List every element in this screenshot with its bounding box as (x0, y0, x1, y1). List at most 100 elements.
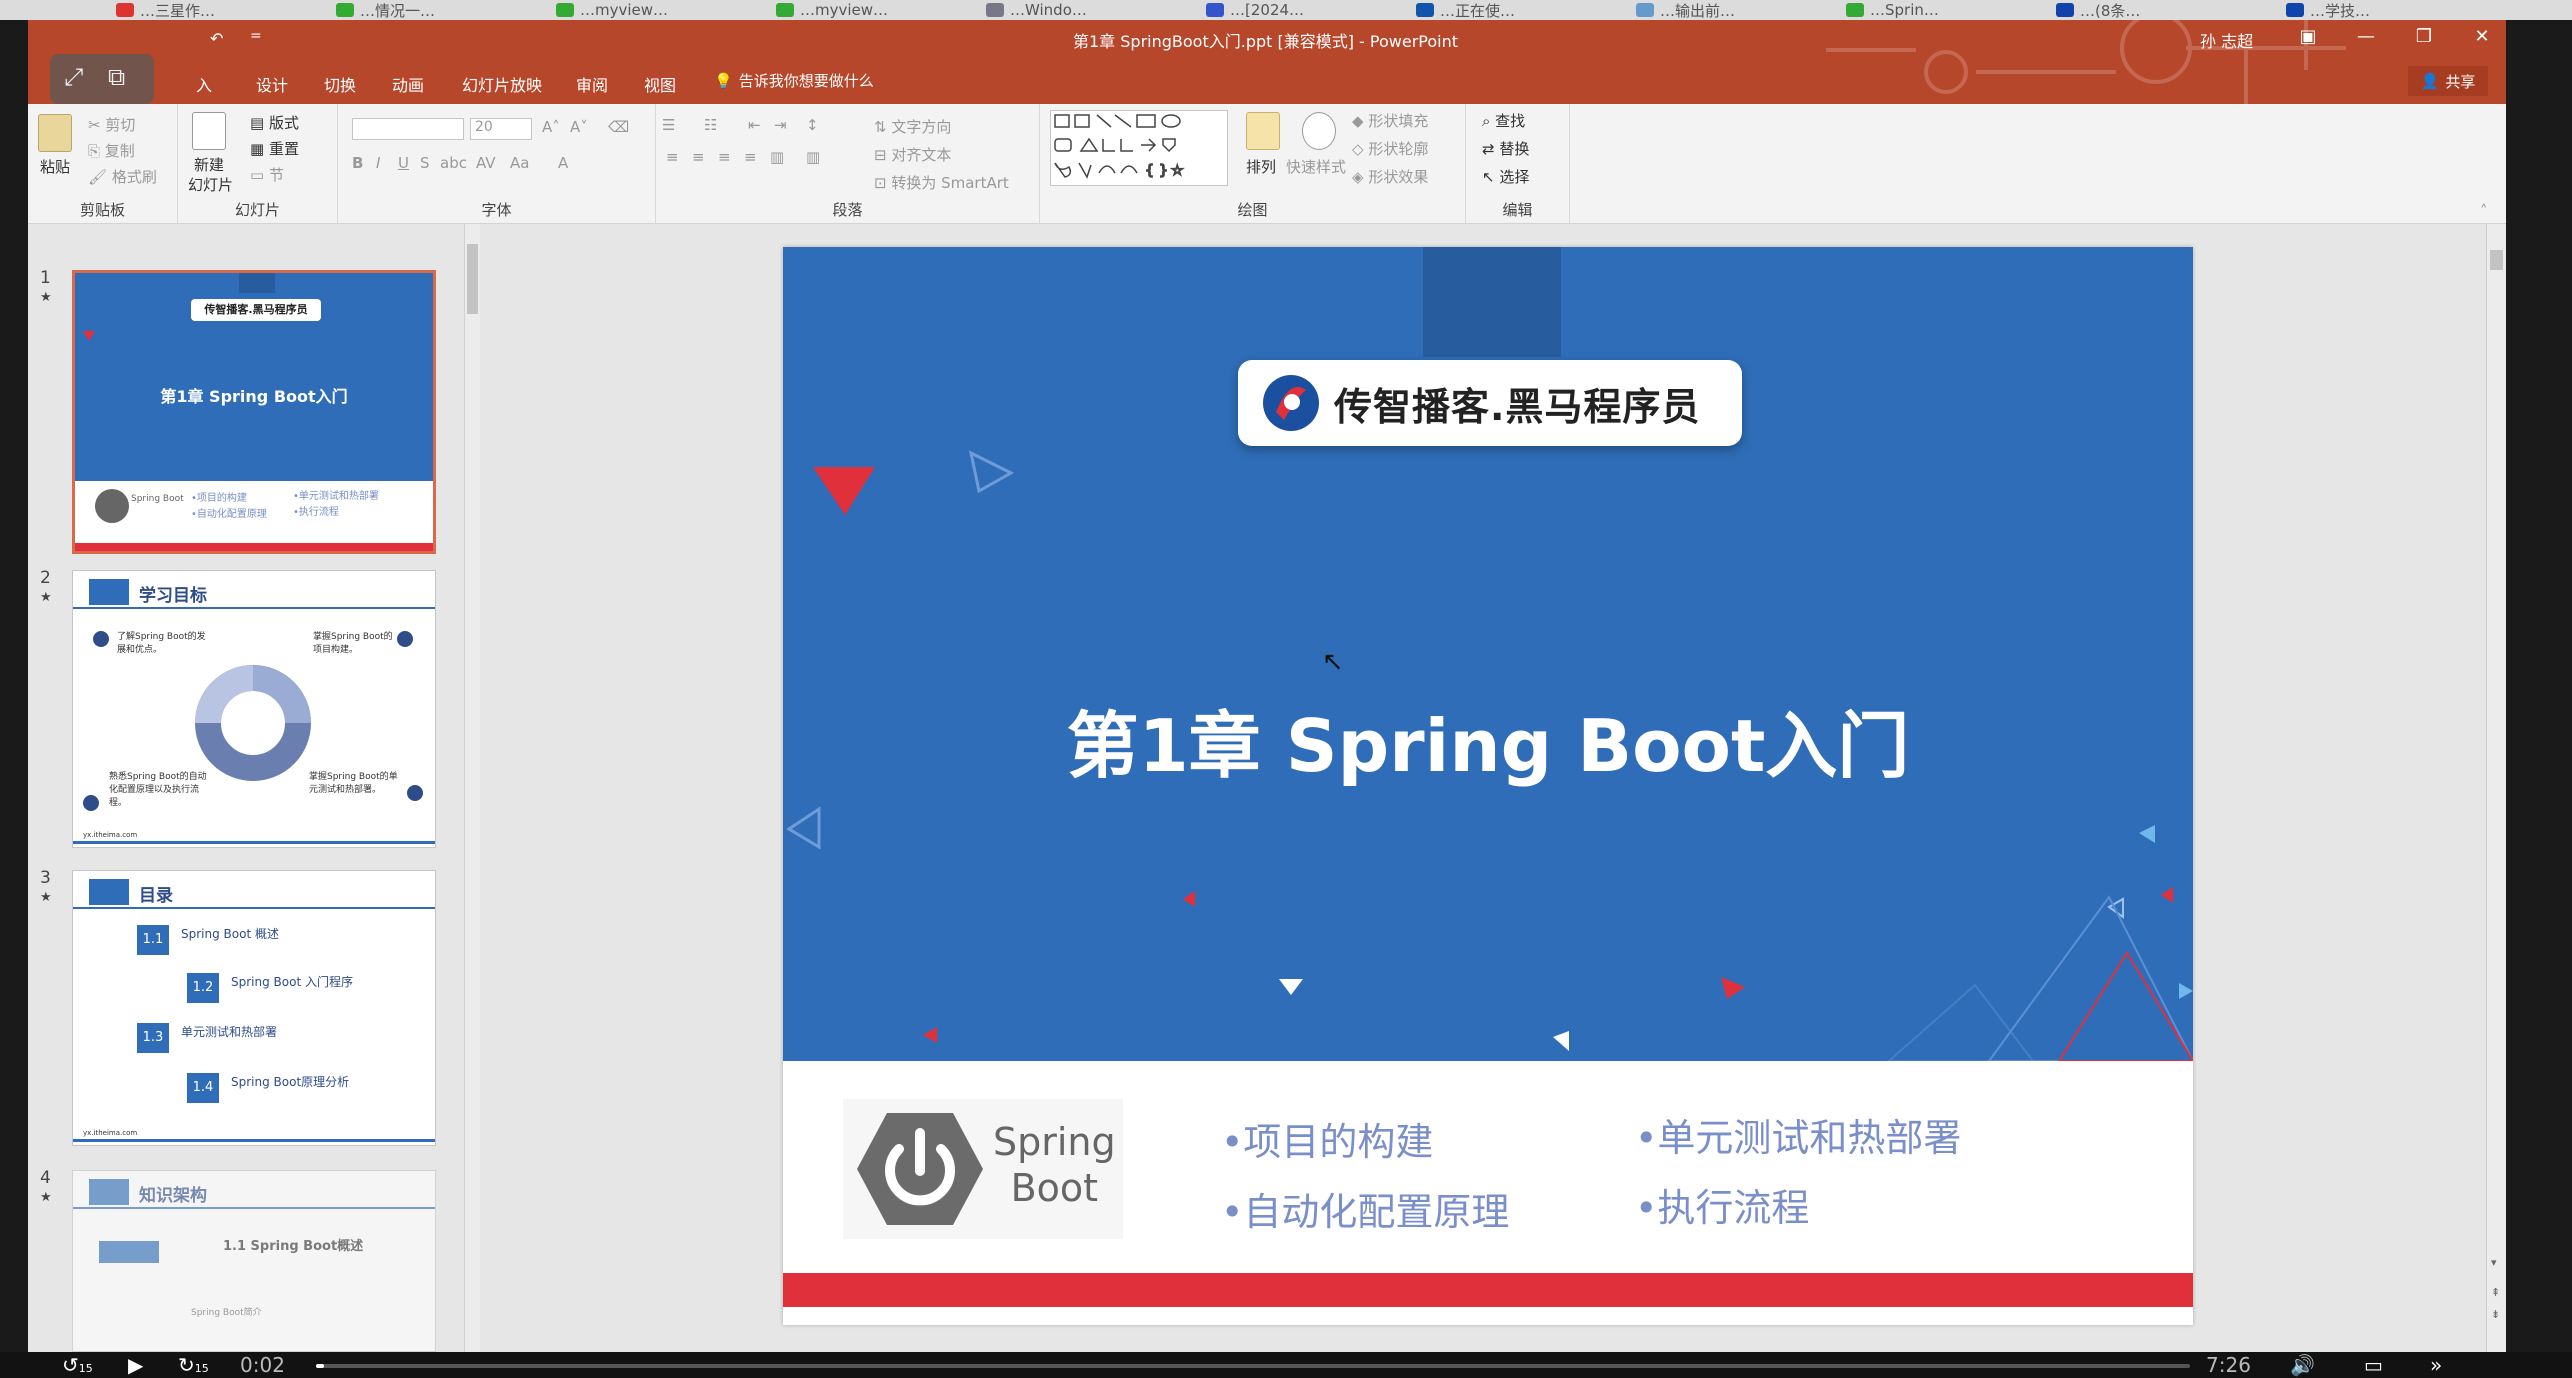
browser-tab[interactable]: …三星作… (110, 0, 310, 20)
tell-me-box[interactable]: 💡 告诉我你想要做什么 (714, 70, 874, 91)
forward-15-icon[interactable]: ↻15 (178, 1352, 209, 1378)
clear-format-icon[interactable]: ⌫ (608, 118, 629, 136)
strikethrough-icon[interactable]: abc (440, 154, 467, 172)
paste-icon[interactable] (38, 114, 72, 152)
browser-tab[interactable]: …学技… (2280, 0, 2480, 20)
slide-thumbnail-2[interactable]: 学习目标 了解Spring Boot的发展和优点。 掌握Spring Boot的… (72, 570, 436, 848)
decrease-indent-icon[interactable]: ⇤ (748, 116, 761, 134)
increase-indent-icon[interactable]: ⇥ (774, 116, 787, 134)
ribbon-display-icon[interactable]: ▣ (2290, 26, 2326, 47)
shapes-gallery[interactable]: {} ☆ (1050, 110, 1228, 186)
new-slide-icon[interactable] (192, 112, 226, 150)
scroll-down-icon[interactable]: ▾ (2491, 1256, 2497, 1269)
next-slide-icon[interactable]: ⇟ (2491, 1308, 2500, 1321)
font-color-icon[interactable]: A (558, 154, 568, 172)
slide-thumbnail-1[interactable]: 传智播客.黑马程序员 第1章 Spring Boot入门 Spring Boot… (72, 270, 436, 554)
find-button[interactable]: ⌕ 查找 (1482, 110, 1525, 131)
menu-design[interactable]: 设计 (256, 72, 288, 96)
paste-button[interactable]: 粘贴 (40, 156, 70, 177)
share-button[interactable]: 👤 共享 (2408, 66, 2488, 96)
slide-thumbnail-4[interactable]: 知识架构 1.1 Spring Boot概述 Spring Boot简介 (72, 1170, 436, 1352)
slide-title[interactable]: 第1章 Spring Boot入门 (783, 687, 2193, 792)
close-icon[interactable]: ✕ (2464, 26, 2500, 47)
text-direction-button[interactable]: ⇅ 文字方向 (874, 116, 951, 137)
browser-tab[interactable]: …Sprin… (1840, 0, 2040, 20)
scrollbar-thumb[interactable] (2490, 250, 2503, 270)
restore-icon[interactable]: ❐ (2406, 26, 2442, 47)
more-icon[interactable]: » (2430, 1352, 2442, 1378)
collapse-ribbon-icon[interactable]: ˄ (2480, 202, 2488, 220)
quick-styles-icon[interactable] (1302, 112, 1336, 150)
browser-tab[interactable]: …输出前… (1630, 0, 1830, 20)
thumbnail-scrollbar[interactable] (464, 224, 480, 1352)
picture-in-picture-icon[interactable]: ⧉ (108, 63, 125, 91)
columns-icon[interactable]: ▥ (806, 148, 820, 166)
align-left-icon[interactable]: ≡ (666, 148, 679, 166)
bullets-icon[interactable]: ☰ (662, 116, 675, 134)
quick-styles-button[interactable]: 快速样式 (1286, 156, 1346, 177)
undo-icon[interactable]: ↶ (210, 29, 223, 48)
shape-effects-button[interactable]: ◈ 形状效果 (1352, 166, 1428, 187)
customize-qat-icon[interactable]: = (250, 28, 262, 44)
fullscreen-icon[interactable]: ⤢ (64, 63, 83, 91)
shape-fill-button[interactable]: ◆ 形状填充 (1352, 110, 1428, 131)
numbering-icon[interactable]: ☷ (704, 116, 717, 134)
menu-slideshow[interactable]: 幻灯片放映 (462, 72, 542, 96)
align-right-icon[interactable]: ≡ (718, 148, 731, 166)
underline-icon[interactable]: U (398, 154, 409, 172)
copy-button[interactable]: ⎘ 复制 (88, 140, 135, 161)
menu-view[interactable]: 视图 (644, 72, 676, 96)
rewind-15-icon[interactable]: ↺15 (62, 1352, 93, 1378)
slide-bullet[interactable]: •执行流程 (1635, 1177, 1809, 1232)
slide-bullet[interactable]: •自动化配置原理 (1221, 1181, 1509, 1236)
editor-scrollbar[interactable]: ▾ ⇞ ⇟ (2486, 224, 2506, 1352)
replace-button[interactable]: ⇄ 替换 (1482, 138, 1529, 159)
slide-bullet[interactable]: •单元测试和热部署 (1635, 1107, 1961, 1162)
change-case-icon[interactable]: Aa (510, 154, 529, 172)
menu-insert[interactable]: 入 (196, 72, 212, 96)
reset-button[interactable]: ▦ 重置 (250, 138, 299, 159)
minimize-icon[interactable]: — (2348, 26, 2384, 47)
shadow-icon[interactable]: S (420, 154, 430, 172)
new-slide-label-1[interactable]: 新建 (194, 154, 224, 175)
justify-icon[interactable]: ≡ (744, 148, 757, 166)
play-icon[interactable]: ▶ (128, 1352, 143, 1378)
browser-tab[interactable]: …Windo… (980, 0, 1180, 20)
cut-button[interactable]: ✂ 剪切 (88, 114, 135, 135)
main-slide[interactable]: 传智播客.黑马程序员 第1章 Spring Boot入门 Spring Boot… (783, 247, 2193, 1325)
arrange-icon[interactable] (1246, 112, 1280, 150)
format-painter-button[interactable]: 🖌 格式刷 (88, 166, 157, 187)
menu-review[interactable]: 审阅 (576, 72, 608, 96)
volume-icon[interactable]: 🔊 (2290, 1352, 2315, 1378)
slide-thumbnail-3[interactable]: 目录 1.1 Spring Boot 概述 1.2 Spring Boot 入门… (72, 870, 436, 1146)
font-name-select[interactable] (352, 118, 464, 140)
select-button[interactable]: ↖ 选择 (1482, 166, 1529, 187)
slide-bullet[interactable]: •项目的构建 (1221, 1111, 1433, 1166)
section-button[interactable]: ▭ 节 (250, 164, 284, 185)
browser-tab[interactable]: …正在使… (1410, 0, 1610, 20)
distributed-icon[interactable]: ▥ (770, 148, 784, 166)
subtitles-icon[interactable]: ▭ (2364, 1352, 2383, 1378)
font-size-select[interactable]: 20 (470, 118, 532, 140)
scrollbar-thumb[interactable] (467, 244, 478, 314)
grow-font-icon[interactable]: A˄ (542, 118, 560, 136)
italic-icon[interactable]: I (376, 154, 380, 172)
arrange-button[interactable]: 排列 (1246, 156, 1276, 177)
layout-button[interactable]: ▤ 版式 (250, 112, 299, 133)
browser-tab[interactable]: …情况一… (330, 0, 530, 20)
user-name[interactable]: 孙 志超 (2200, 28, 2253, 52)
browser-tab[interactable]: …myview… (770, 0, 970, 20)
shrink-font-icon[interactable]: A˅ (570, 118, 588, 136)
char-spacing-icon[interactable]: AV (476, 154, 496, 172)
browser-tab[interactable]: …[2024… (1200, 0, 1400, 20)
browser-tab[interactable]: …(8条… (2050, 0, 2250, 20)
new-slide-label-2[interactable]: 幻灯片 (188, 174, 233, 195)
browser-tab[interactable]: …myview… (550, 0, 750, 20)
align-text-button[interactable]: ⊟ 对齐文本 (874, 144, 951, 165)
menu-transitions[interactable]: 切换 (324, 72, 356, 96)
progress-track[interactable] (316, 1364, 2190, 1368)
line-spacing-icon[interactable]: ↕ (806, 116, 819, 134)
menu-animations[interactable]: 动画 (392, 72, 424, 96)
bold-icon[interactable]: B (352, 154, 363, 172)
smartart-button[interactable]: ⊡ 转换为 SmartArt (874, 172, 1009, 193)
